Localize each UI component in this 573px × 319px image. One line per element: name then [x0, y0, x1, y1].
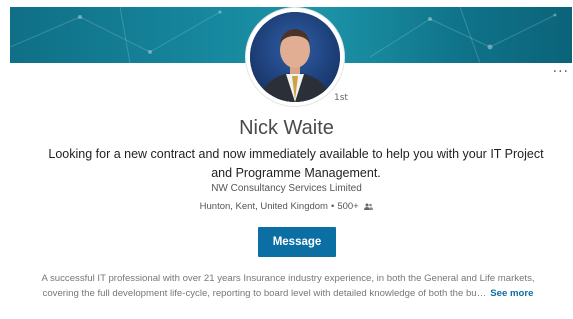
profile-company[interactable]: NW Consultancy Services Limited	[0, 183, 573, 194]
profile-location: Hunton, Kent, United Kingdom	[199, 201, 328, 212]
summary-line-2-text: covering the full development life-cycle…	[42, 288, 487, 299]
connection-degree: 1st	[334, 93, 348, 103]
connections-count[interactable]: 500+	[337, 201, 358, 212]
message-button[interactable]: Message	[258, 227, 336, 257]
more-options-icon[interactable]: ···	[553, 65, 569, 79]
see-more-link[interactable]: See more	[490, 288, 533, 299]
person-portrait-icon	[250, 12, 340, 102]
profile-headline: Looking for a new contract and now immed…	[48, 147, 544, 180]
profile-name: Nick Waite	[239, 117, 334, 139]
people-icon	[364, 203, 374, 210]
profile-photo[interactable]	[246, 8, 344, 106]
separator-dot: •	[330, 201, 335, 212]
profile-location-line: Hunton, Kent, United Kingdom • 500+	[0, 201, 573, 212]
summary-line-1: A successful IT professional with over 2…	[41, 273, 535, 284]
avatar	[250, 12, 340, 102]
summary-line-2: covering the full development life-cycle…	[10, 286, 566, 301]
profile-summary: A successful IT professional with over 2…	[10, 271, 566, 301]
